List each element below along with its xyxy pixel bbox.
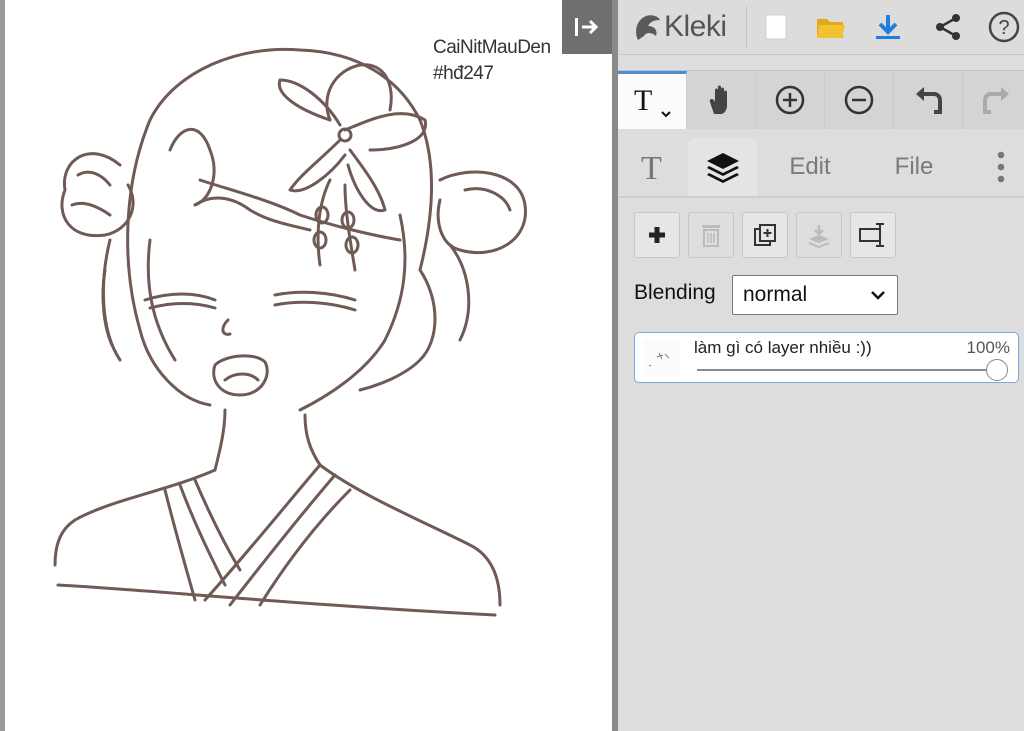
help-button[interactable]: ? — [984, 6, 1024, 48]
zoom-in-button[interactable] — [756, 71, 825, 129]
redo-button[interactable] — [963, 71, 1024, 129]
download-icon — [876, 15, 900, 39]
plus-icon — [649, 227, 665, 243]
merge-down-icon — [808, 225, 830, 248]
layer-thumbnail-preview — [648, 352, 670, 367]
tab-layers[interactable] — [688, 138, 758, 196]
divider — [746, 6, 747, 48]
rename-layer-button[interactable] — [850, 212, 896, 258]
undo-icon — [916, 87, 942, 114]
zoom-out-icon — [844, 85, 874, 115]
zoom-out-button[interactable] — [825, 71, 894, 129]
tab-file[interactable]: File — [870, 138, 958, 196]
help-icon: ? — [988, 11, 1020, 43]
tool-bar: T — [618, 70, 1024, 129]
tabs-underline — [618, 196, 1024, 198]
text-tool-icon: T — [634, 84, 671, 117]
more-vertical-icon — [997, 151, 1005, 183]
line-art-drawing — [53, 47, 527, 617]
new-image-icon — [765, 14, 787, 40]
opacity-slider-track[interactable] — [697, 369, 999, 371]
side-panel: Kleki ? T T Edit File Blending normal là… — [618, 0, 1024, 731]
blending-mode-select[interactable]: normal — [732, 275, 898, 315]
trash-icon — [702, 225, 720, 247]
merge-down-button[interactable] — [796, 212, 842, 258]
hand-tool-button[interactable] — [687, 71, 756, 129]
layer-opacity-value: 100% — [966, 338, 1010, 357]
collapse-panel-icon — [575, 18, 599, 36]
add-layer-button[interactable] — [634, 212, 680, 258]
canvas-area[interactable]: CaiNitMauDen #hđ247 — [0, 0, 612, 731]
text-tool-button[interactable]: T — [618, 71, 687, 129]
tab-edit[interactable]: Edit — [768, 138, 852, 196]
svg-text:?: ? — [998, 17, 1009, 39]
app-name: Kleki — [664, 10, 727, 43]
signature-name: CaiNitMauDen — [433, 37, 551, 58]
download-button[interactable] — [868, 6, 908, 48]
zoom-in-icon — [775, 85, 805, 115]
drawing-canvas[interactable]: CaiNitMauDen #hđ247 — [5, 0, 612, 731]
more-menu-button[interactable] — [983, 138, 1019, 196]
duplicate-layer-button[interactable] — [742, 212, 788, 258]
layer-list-item[interactable]: làm gì có layer nhiều :)) 100% — [634, 332, 1019, 383]
open-folder-icon — [817, 19, 845, 38]
delete-layer-button[interactable] — [688, 212, 734, 258]
kleki-logo[interactable]: Kleki — [630, 6, 727, 48]
signature-hashtag: #hđ247 — [433, 63, 494, 84]
redo-icon — [983, 87, 1009, 114]
hand-icon — [709, 85, 727, 114]
blending-label: Blending — [634, 281, 716, 304]
layer-name: làm gì có layer nhiều :)) — [694, 338, 872, 357]
panel-tabs: T Edit File — [618, 138, 1024, 196]
rename-icon — [859, 223, 884, 247]
duplicate-icon — [754, 224, 776, 246]
blending-mode-value: normal — [743, 283, 808, 306]
open-file-button[interactable] — [811, 6, 851, 48]
layer-thumbnail — [643, 339, 681, 377]
svg-text:T: T — [634, 84, 652, 117]
tab-tool-settings[interactable]: T — [618, 138, 688, 196]
layers-icon — [707, 153, 739, 183]
share-button[interactable] — [928, 6, 968, 48]
undo-button[interactable] — [894, 71, 963, 129]
share-icon — [936, 14, 960, 40]
top-bar: Kleki ? — [618, 0, 1024, 55]
text-tab-icon: T — [641, 150, 662, 185]
chevron-down-icon — [871, 291, 885, 300]
collapse-panel-button[interactable] — [562, 0, 612, 54]
new-image-button[interactable] — [756, 6, 796, 48]
kleki-logo-icon — [636, 15, 660, 41]
opacity-slider-handle[interactable] — [986, 359, 1008, 381]
svg-text:T: T — [641, 150, 662, 185]
